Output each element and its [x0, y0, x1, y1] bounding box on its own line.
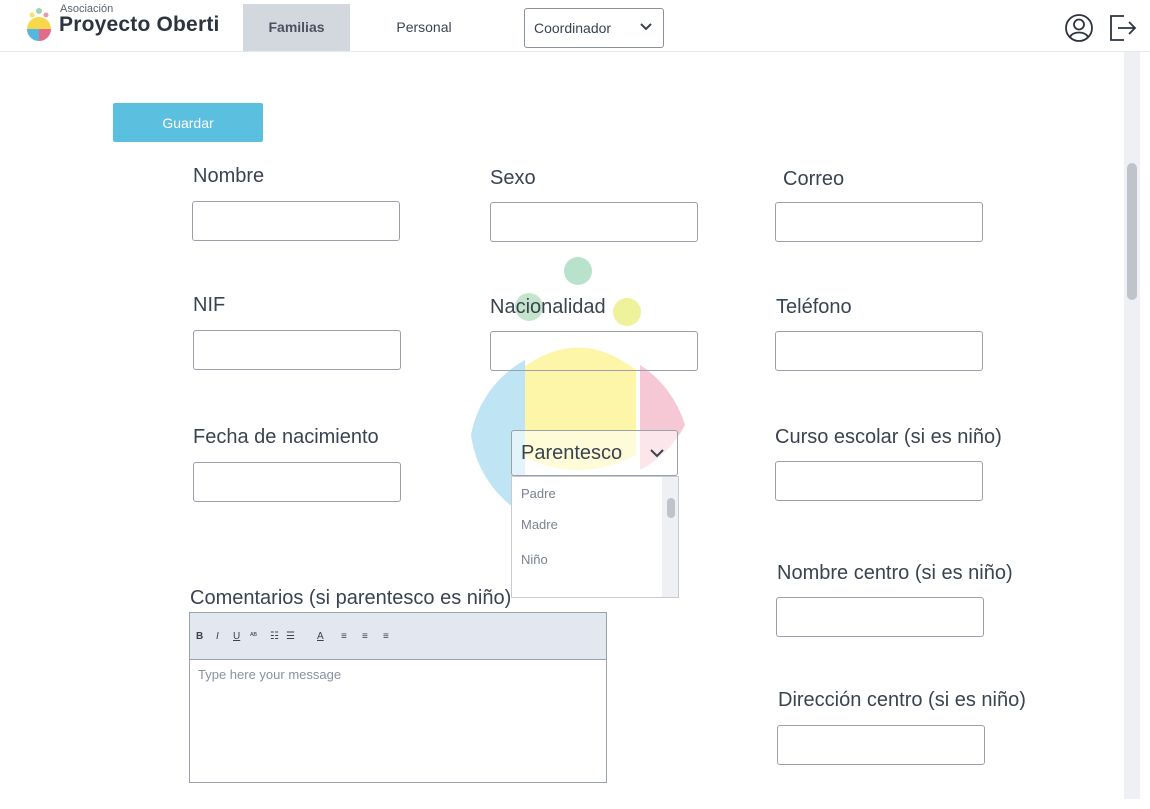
nacionalidad-label: Nacionalidad [490, 296, 606, 318]
parentesco-options-list: Padre Madre Niño [511, 476, 679, 598]
role-select-value: Coordinador [534, 20, 612, 36]
font-color-icon[interactable]: A [317, 631, 324, 642]
underline-icon[interactable]: U [233, 631, 240, 642]
ordered-list-icon[interactable]: ☷ [270, 631, 279, 642]
telefono-input[interactable] [775, 331, 983, 371]
curso-escolar-label: Curso escolar (si es niño) [775, 426, 1002, 448]
correo-label: Correo [783, 168, 845, 190]
nacionalidad-input[interactable] [490, 331, 698, 371]
nombre-centro-label: Nombre centro (si es niño) [777, 562, 1013, 584]
nif-input[interactable] [193, 330, 401, 370]
save-button[interactable]: Guardar [113, 103, 263, 142]
direccion-centro-label: Dirección centro (si es niño) [778, 689, 1026, 711]
correo-input[interactable] [775, 202, 983, 242]
role-select[interactable]: Coordinador [524, 8, 664, 48]
sexo-label: Sexo [490, 167, 536, 189]
parentesco-scrollbar-thumb[interactable] [667, 498, 675, 518]
direccion-centro-input[interactable] [777, 725, 985, 765]
chevron-down-icon [640, 23, 652, 31]
fecha-nacimiento-input[interactable] [193, 462, 401, 502]
comentarios-label: Comentarios (si parentesco es niño) [190, 587, 512, 609]
chevron-down-icon [650, 449, 664, 458]
fecha-nacimiento-label: Fecha de nacimiento [193, 426, 379, 448]
app-header: Asociación Proyecto Oberti Familias Pers… [0, 0, 1150, 52]
bold-icon[interactable]: B [196, 631, 203, 642]
telefono-label: Teléfono [776, 296, 852, 318]
page-scrollbar-thumb[interactable] [1127, 163, 1137, 300]
logo[interactable]: Asociación Proyecto Oberti [24, 3, 224, 47]
parentesco-scrollbar[interactable] [662, 477, 678, 597]
align-right-icon[interactable]: ≡ [383, 631, 389, 642]
nombre-input[interactable] [192, 201, 400, 241]
parentesco-option-madre[interactable]: Madre [521, 517, 558, 532]
editor-placeholder[interactable]: Type here your message [198, 667, 341, 682]
strikethrough-icon[interactable]: ᴬᴮ [250, 631, 257, 640]
parentesco-placeholder: Parentesco [521, 442, 623, 464]
parentesco-option-padre[interactable]: Padre [521, 486, 556, 501]
nif-label: NIF [193, 294, 226, 316]
nombre-centro-input[interactable] [776, 597, 984, 637]
logo-icon [27, 8, 51, 41]
tab-personal[interactable]: Personal [372, 4, 476, 51]
italic-icon[interactable]: I [216, 631, 219, 642]
sexo-input[interactable] [490, 202, 698, 242]
logo-title: Proyecto Oberti [59, 13, 220, 36]
parentesco-option-nino[interactable]: Niño [521, 552, 548, 567]
editor-toolbar: B I U ᴬᴮ ☷ ☰ A ≡ ≡ ≡ [190, 613, 606, 660]
align-left-icon[interactable]: ≡ [341, 631, 347, 642]
user-circle-icon[interactable] [1064, 13, 1094, 43]
nombre-label: Nombre [193, 165, 265, 187]
comentarios-editor[interactable]: B I U ᴬᴮ ☷ ☰ A ≡ ≡ ≡ Type here your mess… [189, 612, 607, 783]
logout-icon[interactable] [1108, 13, 1138, 43]
tab-familias[interactable]: Familias [243, 4, 350, 51]
align-center-icon[interactable]: ≡ [362, 631, 368, 642]
unordered-list-icon[interactable]: ☰ [286, 631, 295, 642]
curso-escolar-input[interactable] [775, 461, 983, 501]
parentesco-select[interactable]: Parentesco [511, 430, 678, 476]
